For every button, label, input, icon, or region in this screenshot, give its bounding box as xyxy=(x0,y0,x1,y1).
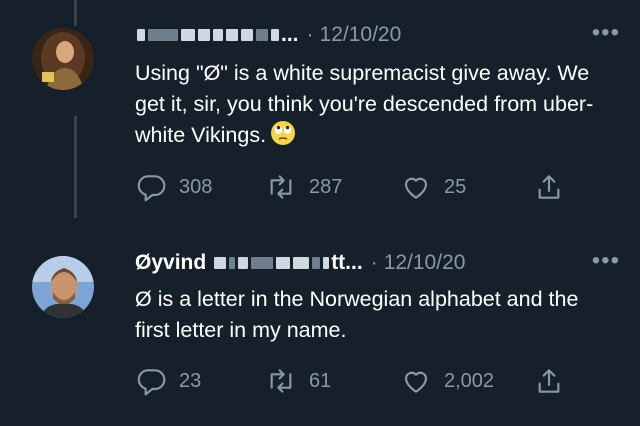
retweet-action[interactable]: 287 xyxy=(265,171,342,203)
separator: · xyxy=(306,23,314,46)
retweet-count: 287 xyxy=(309,175,343,198)
tweet-text: Ø is a letter in the Norwegian alphabet … xyxy=(135,284,605,346)
tweet-actions: 23 61 2,002 xyxy=(135,361,595,401)
retweet-icon xyxy=(270,175,292,199)
like-action[interactable]: 2,002 xyxy=(400,365,494,397)
share-action[interactable] xyxy=(533,171,565,203)
reply-count: 23 xyxy=(179,369,202,392)
avatar[interactable] xyxy=(32,256,94,318)
portrait-avatar-image xyxy=(32,28,94,90)
tweet-2[interactable]: Øyvind tt... · 12/10/20 ••• Ø is a lette… xyxy=(0,248,640,426)
reply-count: 308 xyxy=(179,175,213,198)
reply-action[interactable]: 23 xyxy=(135,365,201,397)
display-name[interactable]: Øyvind xyxy=(135,251,206,275)
retweet-count: 61 xyxy=(309,369,332,392)
eye-roll-emoji-icon xyxy=(270,120,296,146)
handle-suffix[interactable]: ... xyxy=(281,23,299,47)
retweet-action[interactable]: 61 xyxy=(265,365,331,397)
tweet-date[interactable]: 12/10/20 xyxy=(384,251,466,275)
like-count: 25 xyxy=(444,175,467,198)
handle-suffix[interactable]: tt... xyxy=(331,251,363,275)
separator: · xyxy=(370,251,378,274)
heart-icon xyxy=(404,371,428,393)
like-action[interactable]: 25 xyxy=(400,171,466,203)
tweet-1[interactable]: ... · 12/10/20 ••• Using "Ø" is a white … xyxy=(0,20,640,220)
redacted-name-handle xyxy=(214,257,330,269)
like-count: 2,002 xyxy=(444,369,495,392)
more-options-icon[interactable]: ••• xyxy=(592,248,620,274)
tweet-header: ... · 12/10/20 ••• xyxy=(135,20,620,50)
tweet-text: Using "Ø" is a white supremacist give aw… xyxy=(135,58,605,151)
reply-action[interactable]: 308 xyxy=(135,171,212,203)
share-icon xyxy=(538,369,560,393)
tweet-date[interactable]: 12/10/20 xyxy=(320,23,402,47)
tweet-header: Øyvind tt... · 12/10/20 ••• xyxy=(135,248,620,278)
share-action[interactable] xyxy=(533,365,565,397)
heart-icon xyxy=(404,177,428,199)
reply-icon xyxy=(137,369,166,396)
retweet-icon xyxy=(270,369,292,393)
tweet-text-content: Using "Ø" is a white supremacist give aw… xyxy=(135,61,594,147)
tweet-actions: 308 287 25 xyxy=(135,167,595,207)
more-options-icon[interactable]: ••• xyxy=(592,20,620,46)
avatar[interactable] xyxy=(32,28,94,90)
reply-icon xyxy=(137,175,166,202)
tweet-text-content: Ø is a letter in the Norwegian alphabet … xyxy=(135,287,579,342)
profile-photo-avatar-image xyxy=(32,256,94,318)
share-icon xyxy=(538,175,560,199)
redacted-name-handle xyxy=(137,29,279,41)
